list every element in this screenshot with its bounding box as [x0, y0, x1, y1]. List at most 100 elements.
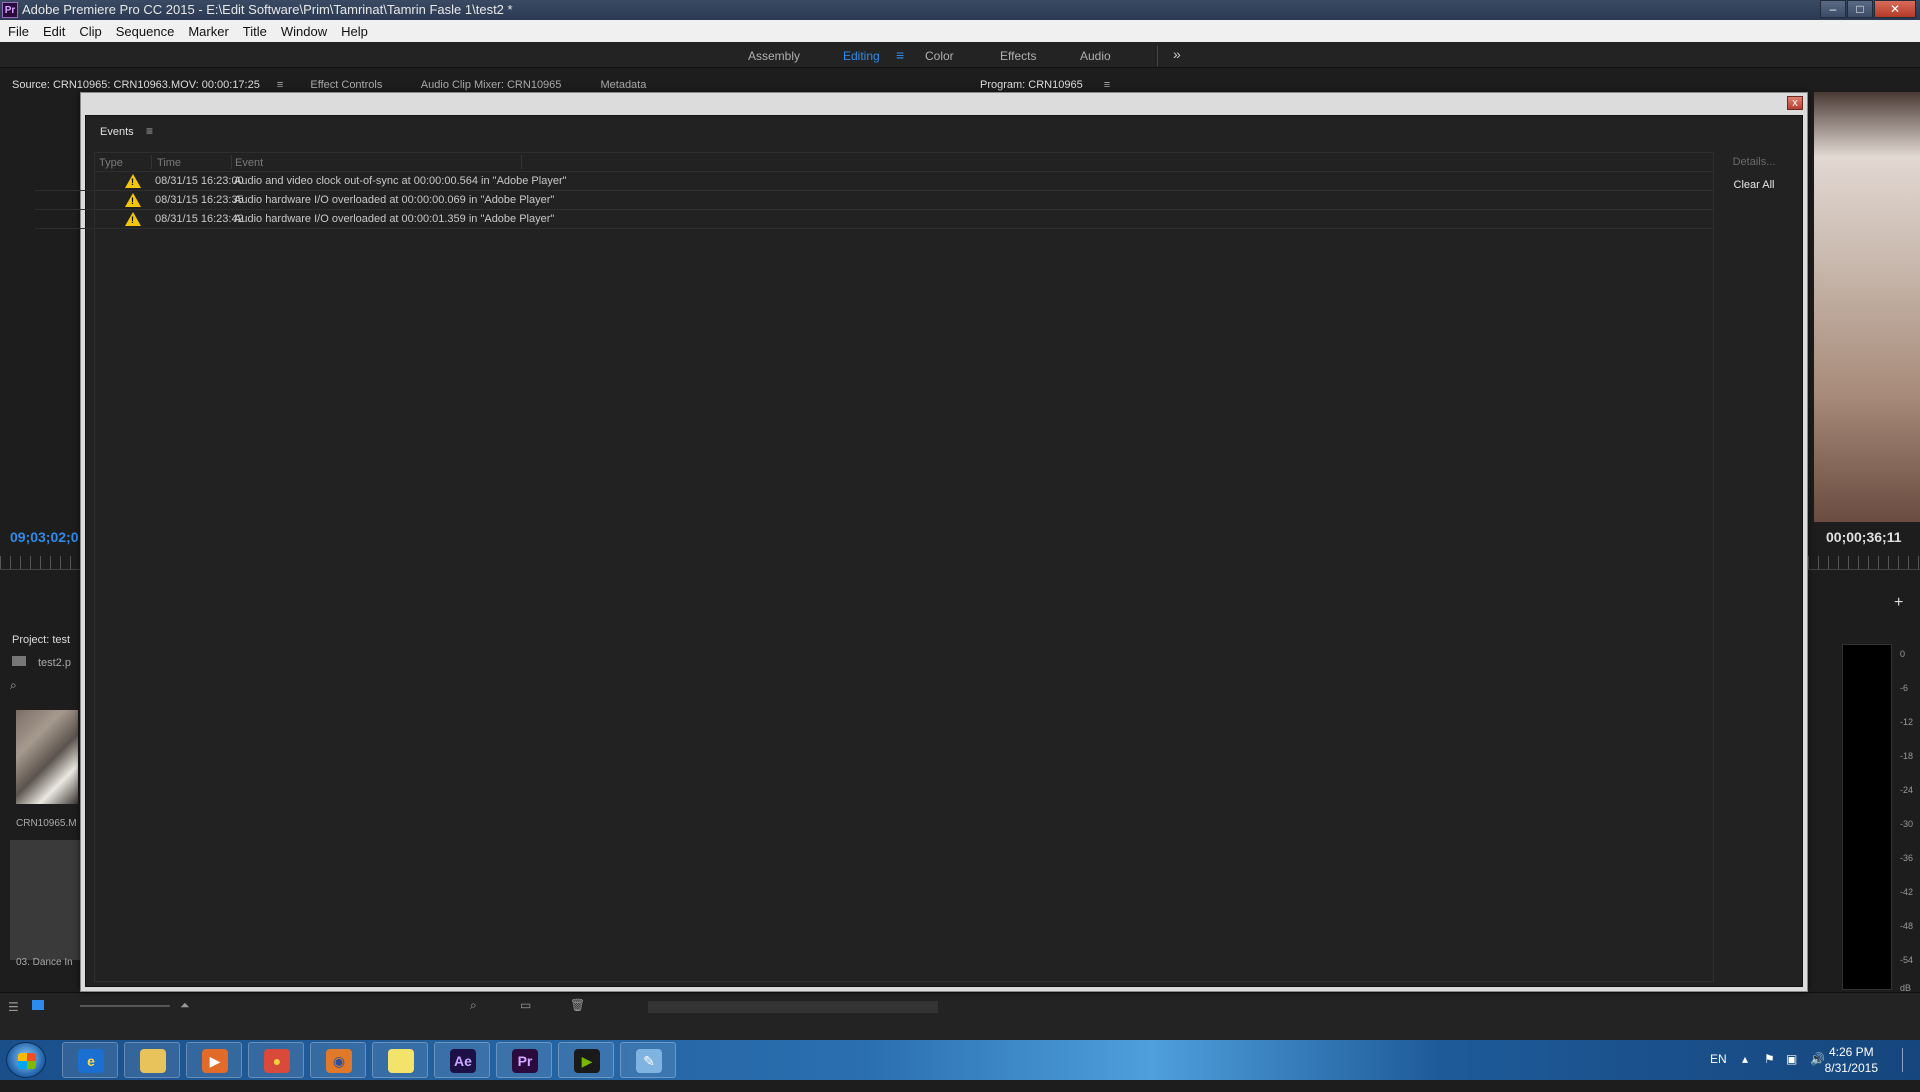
workspace-assembly[interactable]: Assembly — [748, 49, 800, 63]
workspace-audio[interactable]: Audio — [1080, 49, 1111, 63]
events-dialog: x Events ≡ Type Time Event 08/31/15 16:2… — [35, 92, 1808, 992]
tab-effect-controls[interactable]: Effect Controls — [310, 79, 382, 91]
start-button[interactable] — [6, 1042, 46, 1078]
meter-label: -36 — [1900, 853, 1914, 863]
icon-view-icon[interactable] — [32, 1000, 44, 1010]
taskbar-app-after-effects[interactable]: Ae — [434, 1042, 490, 1078]
search-icon[interactable]: ⌕ — [10, 678, 17, 693]
taskbar-app-premiere-pro[interactable]: Pr — [496, 1042, 552, 1078]
taskbar-app-nvidia[interactable]: ▶ — [558, 1042, 614, 1078]
maximize-button[interactable]: □ — [1847, 0, 1873, 18]
clip-thumbnail-2[interactable] — [10, 840, 80, 960]
new-bin-icon[interactable]: ▭ — [520, 998, 531, 1012]
more-workspaces-icon[interactable]: » — [1173, 46, 1181, 62]
taskbar-app-sticky-notes[interactable] — [372, 1042, 428, 1078]
minimize-button[interactable]: – — [1820, 0, 1846, 18]
clip-thumbnail[interactable] — [16, 710, 78, 804]
title-bar: Pr Adobe Premiere Pro CC 2015 - E:\Edit … — [0, 0, 1920, 20]
trash-icon[interactable]: 🗑 — [570, 998, 585, 1012]
menu-file[interactable]: File — [8, 24, 29, 39]
column-divider[interactable] — [231, 155, 232, 169]
workspace-color[interactable]: Color — [925, 49, 954, 63]
program-menu-icon[interactable]: ≡ — [1104, 79, 1110, 91]
list-view-icon[interactable]: ☰ — [8, 1000, 19, 1014]
workspace-effects[interactable]: Effects — [1000, 49, 1036, 63]
event-time: 08/31/15 16:23:42 — [155, 213, 244, 225]
sort-icon[interactable]: ⏶ — [180, 998, 190, 1013]
details-button[interactable]: Details... — [1714, 152, 1794, 172]
source-tabs: Source: CRN10965: CRN10963.MOV: 00:00:17… — [12, 79, 682, 91]
events-menu-icon[interactable]: ≡ — [146, 124, 153, 138]
clock-time: 4:26 PM — [1828, 1045, 1874, 1059]
column-time[interactable]: Time — [157, 157, 181, 169]
taskbar-app-file-explorer[interactable] — [124, 1042, 180, 1078]
menu-marker[interactable]: Marker — [188, 24, 228, 39]
close-icon[interactable]: x — [1787, 96, 1803, 110]
events-title: Events — [100, 126, 134, 138]
column-type[interactable]: Type — [99, 157, 123, 169]
folder-icon — [12, 656, 26, 666]
meter-label: -30 — [1900, 819, 1914, 829]
menu-window[interactable]: Window — [281, 24, 327, 39]
workspace-editing[interactable]: Editing — [843, 49, 880, 63]
event-text: Audio hardware I/O overloaded at 00:00:0… — [234, 213, 555, 225]
language-indicator[interactable]: EN — [1710, 1052, 1727, 1092]
internet-explorer-icon: e — [78, 1049, 104, 1073]
window-title: Adobe Premiere Pro CC 2015 - E:\Edit Sof… — [22, 2, 513, 17]
network-icon[interactable]: ▣ — [1786, 1052, 1797, 1092]
taskbar-app-media-player[interactable]: ▶ — [186, 1042, 242, 1078]
tab-metadata[interactable]: Metadata — [600, 79, 646, 91]
menu-clip[interactable]: Clip — [79, 24, 101, 39]
system-clock[interactable]: 4:26 PM 8/31/2015 — [1825, 1044, 1878, 1076]
tab-audio-clip-mixer[interactable]: Audio Clip Mixer: CRN10965 — [421, 79, 562, 91]
workspace-menu-icon[interactable]: ≡ — [896, 47, 904, 63]
show-hidden-icons-icon[interactable]: ▴ — [1742, 1052, 1748, 1092]
column-divider[interactable] — [521, 155, 522, 169]
tab-source[interactable]: Source: CRN10965: CRN10963.MOV: 00:00:17… — [12, 79, 260, 91]
event-text: Audio hardware I/O overloaded at 00:00:0… — [234, 194, 555, 206]
taskbar-app-paint[interactable]: ✎ — [620, 1042, 676, 1078]
sticky-notes-icon — [388, 1049, 414, 1073]
timeline-scrollbar[interactable] — [648, 1001, 938, 1013]
show-desktop-button[interactable] — [1902, 1048, 1916, 1072]
menu-title[interactable]: Title — [243, 24, 267, 39]
clip-name-2: 03. Dance In — [16, 957, 73, 968]
after-effects-icon: Ae — [450, 1049, 476, 1073]
table-row[interactable]: 08/31/15 16:23:00 Audio and video clock … — [35, 172, 1713, 191]
meter-label: -54 — [1900, 955, 1914, 965]
event-time: 08/31/15 16:23:00 — [155, 175, 244, 187]
find-icon[interactable]: ⌕ — [470, 998, 477, 1013]
program-time-ruler[interactable] — [1808, 556, 1920, 570]
column-event[interactable]: Event — [235, 157, 263, 169]
warning-icon — [125, 212, 141, 226]
source-time-ruler[interactable] — [0, 556, 80, 570]
action-center-icon[interactable]: ⚑ — [1764, 1052, 1775, 1092]
paint-icon: ✎ — [636, 1049, 662, 1073]
table-row[interactable]: 08/31/15 16:23:35 Audio hardware I/O ove… — [35, 191, 1713, 210]
volume-icon[interactable]: 🔊 — [1810, 1052, 1825, 1092]
event-text: Audio and video clock out-of-sync at 00:… — [234, 175, 567, 187]
column-divider[interactable] — [151, 155, 152, 169]
taskbar-app-internet-explorer[interactable]: e — [62, 1042, 118, 1078]
event-time: 08/31/15 16:23:35 — [155, 194, 244, 206]
zoom-slider[interactable] — [80, 1005, 170, 1007]
add-button[interactable]: + — [1894, 594, 1903, 612]
meter-label: -18 — [1900, 751, 1914, 761]
clock-date: 8/31/2015 — [1824, 1061, 1878, 1075]
table-row[interactable]: 08/31/15 16:23:42 Audio hardware I/O ove… — [35, 210, 1713, 229]
events-header: Events ≡ — [86, 116, 1802, 146]
menu-sequence[interactable]: Sequence — [116, 24, 175, 39]
workspace-divider — [1157, 46, 1158, 66]
close-button[interactable]: ✕ — [1874, 0, 1916, 18]
source-timecode[interactable]: 09;03;02;0 — [10, 529, 79, 545]
menu-edit[interactable]: Edit — [43, 24, 65, 39]
clear-all-button[interactable]: Clear All — [1714, 175, 1794, 195]
taskbar-app-firefox[interactable]: ◉ — [310, 1042, 366, 1078]
project-title[interactable]: Project: test — [12, 634, 70, 646]
taskbar-app-chrome[interactable]: ● — [248, 1042, 304, 1078]
program-timecode[interactable]: 00;00;36;11 — [1826, 529, 1902, 545]
menu-help[interactable]: Help — [341, 24, 368, 39]
source-menu-icon[interactable]: ≡ — [277, 79, 283, 91]
tab-program[interactable]: Program: CRN10965 — [980, 79, 1083, 91]
menu-bar: File Edit Clip Sequence Marker Title Win… — [0, 20, 1920, 42]
